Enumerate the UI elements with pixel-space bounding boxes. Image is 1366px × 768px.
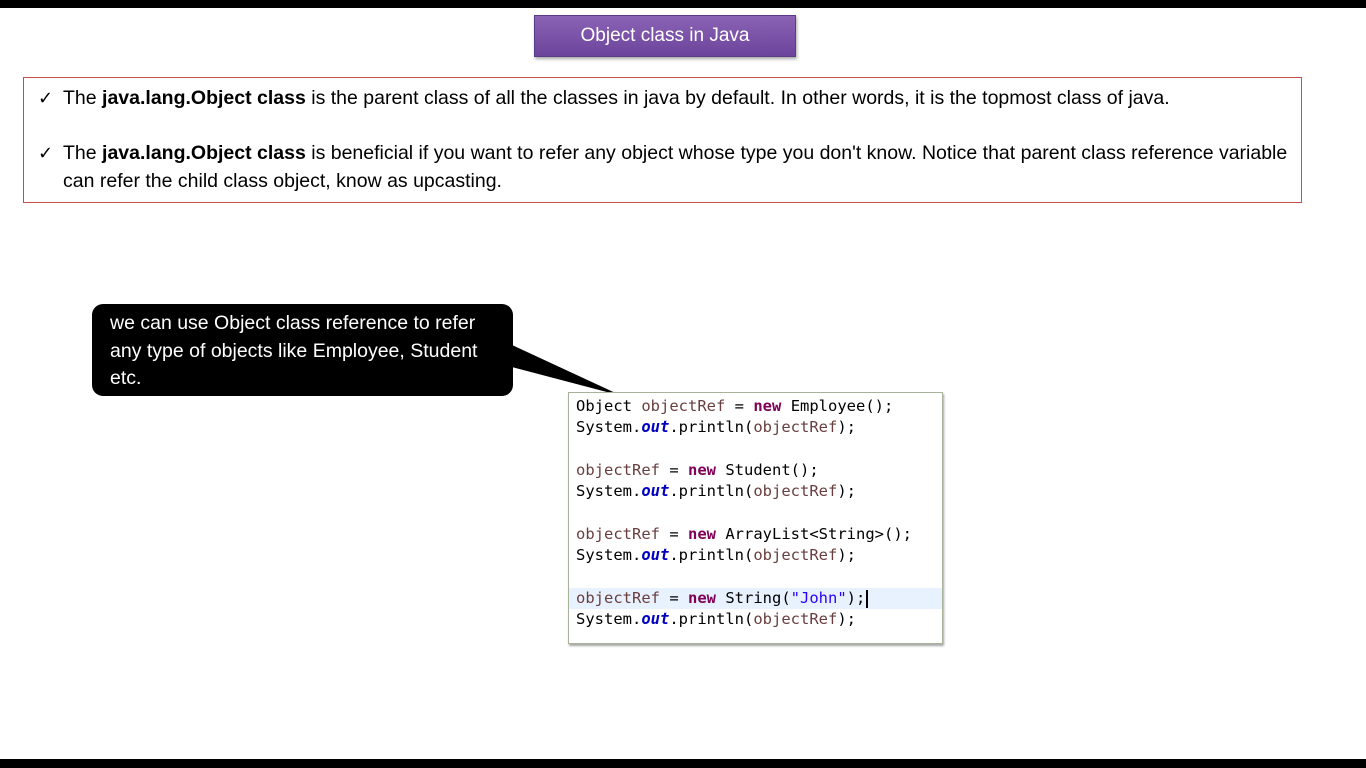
note-text: The java.lang.Object class is the parent… (63, 84, 1293, 112)
note-rest: is the parent class of all the classes i… (305, 87, 1170, 109)
code-line: System.out.println(objectRef); (576, 418, 856, 436)
note-bold-term: java.lang.Object class (102, 87, 306, 109)
text-cursor (866, 589, 869, 608)
notes-box: ✓ The java.lang.Object class is the pare… (23, 77, 1302, 203)
checkmark-icon: ✓ (38, 143, 54, 163)
callout-text: we can use Object class reference to ref… (110, 312, 478, 389)
top-black-bar (0, 0, 1366, 8)
slide-title: Object class in Java (534, 15, 796, 57)
code-line: System.out.println(objectRef); (576, 610, 856, 628)
note-item: ✓ The java.lang.Object class is benefici… (38, 139, 1293, 195)
code-line: System.out.println(objectRef); (576, 546, 856, 564)
bottom-black-bar (0, 759, 1366, 768)
code-line: objectRef = new Student(); (576, 461, 819, 479)
code-line-current[interactable]: objectRef = new String("John"); (569, 588, 942, 609)
note-prefix: The (63, 87, 103, 109)
note-prefix: The (63, 142, 103, 164)
code-editor: Object objectRef = new Employee(); Syste… (568, 392, 943, 644)
callout-bubble: we can use Object class reference to ref… (92, 304, 513, 396)
note-text: The java.lang.Object class is beneficial… (63, 139, 1293, 195)
note-item: ✓ The java.lang.Object class is the pare… (38, 84, 1293, 112)
note-bold-term: java.lang.Object class (102, 142, 306, 164)
code-line: Object objectRef = new Employee(); (576, 397, 894, 415)
code-line: objectRef = new ArrayList<String>(); (576, 525, 912, 543)
code-line: System.out.println(objectRef); (576, 482, 856, 500)
checkmark-icon: ✓ (38, 88, 54, 108)
slide-title-text: Object class in Java (580, 25, 750, 46)
